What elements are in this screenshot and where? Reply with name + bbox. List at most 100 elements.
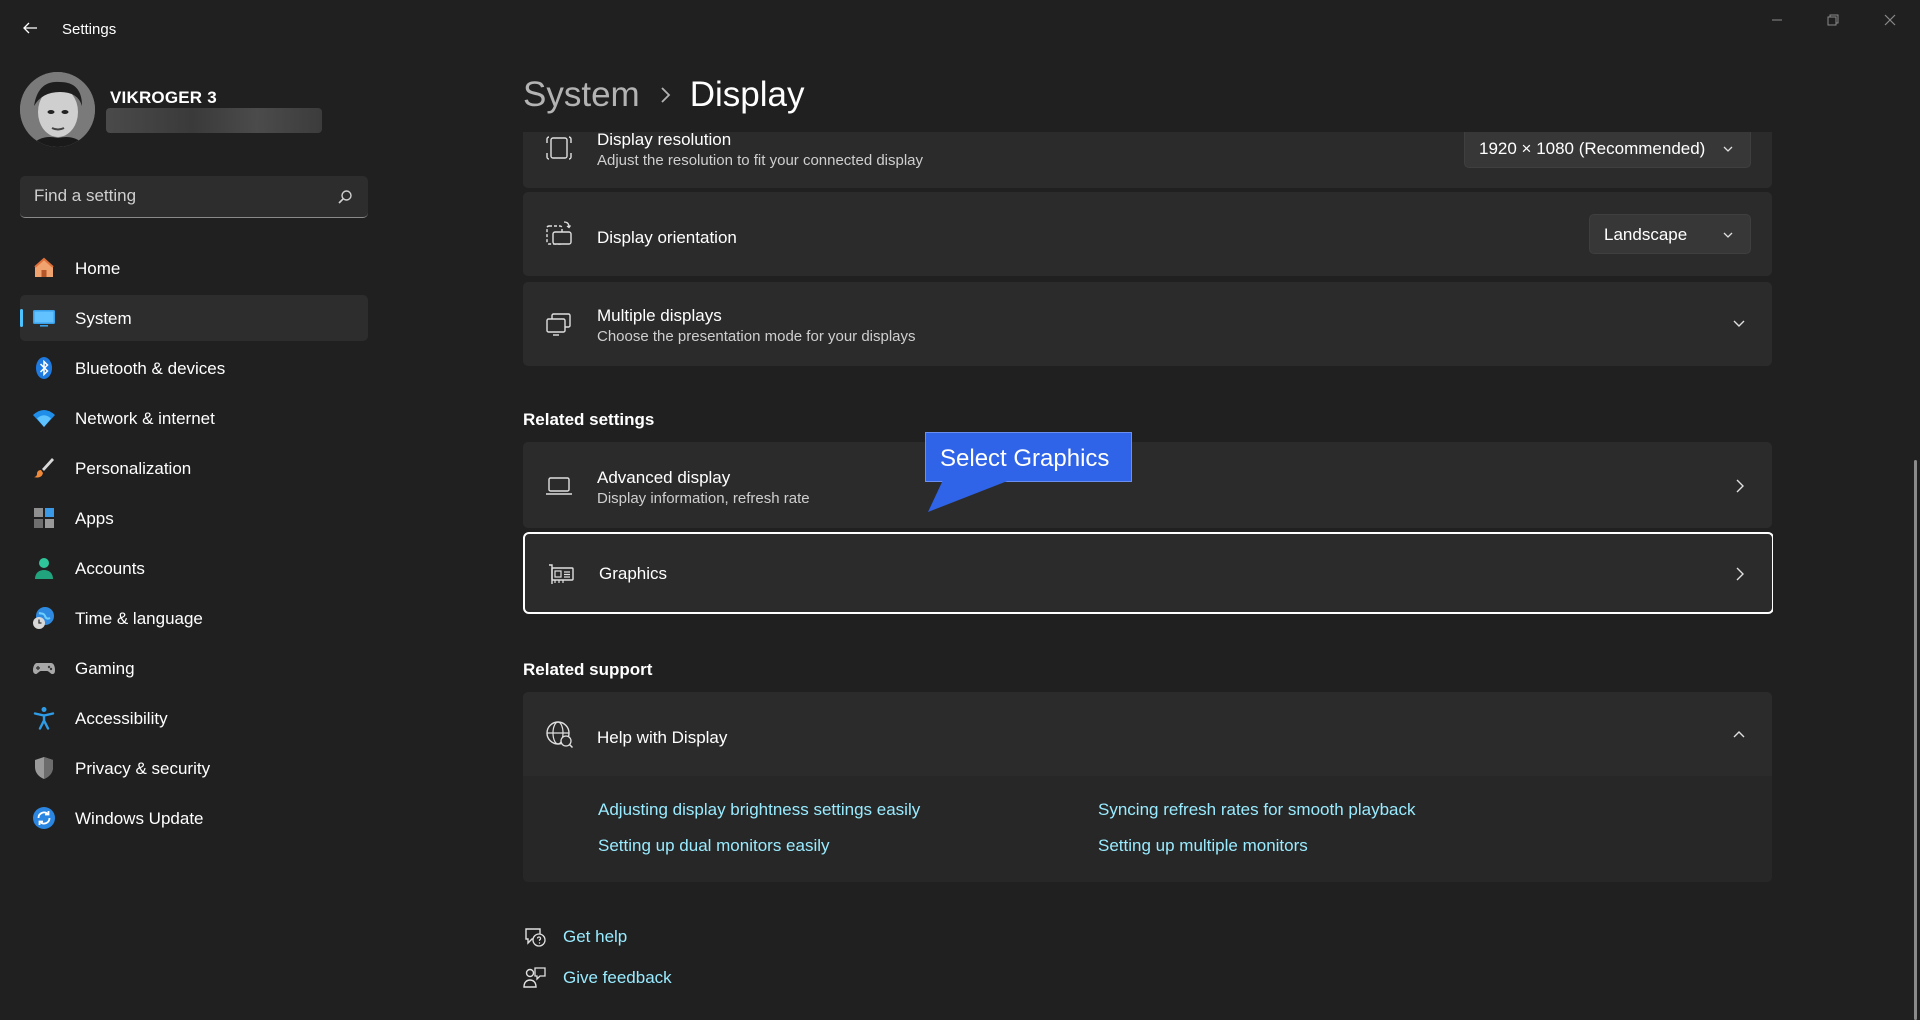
sidebar-item-label: System: [75, 309, 132, 328]
breadcrumb-parent[interactable]: System: [523, 75, 640, 115]
get-help-row[interactable]: Get help: [523, 922, 723, 952]
multiple-displays-subtitle: Choose the presentation mode for your di…: [597, 328, 916, 345]
help-link-refresh-rates[interactable]: Syncing refresh rates for smooth playbac…: [1098, 800, 1415, 820]
search-icon[interactable]: [336, 188, 354, 206]
orientation-icon: [546, 221, 572, 245]
sidebar-item-privacy[interactable]: Privacy & security: [20, 745, 368, 791]
orientation-value: Landscape: [1604, 225, 1688, 244]
update-icon: [33, 807, 55, 829]
graphics-card[interactable]: Graphics: [523, 532, 1773, 614]
controller-icon: [33, 663, 55, 674]
advanced-display-card[interactable]: Advanced display Display information, re…: [523, 442, 1772, 528]
sidebar-item-bluetooth[interactable]: Bluetooth & devices: [20, 345, 368, 391]
display-orientation-title: Display orientation: [597, 228, 737, 247]
sidebar-item-personalization[interactable]: Personalization: [20, 445, 368, 491]
sidebar-item-label: Accessibility: [75, 709, 168, 728]
display-resolution-card: Display resolution Adjust the resolution…: [523, 132, 1772, 188]
related-support-heading: Related support: [523, 660, 653, 679]
callout-tooltip: Select Graphics: [925, 432, 1132, 482]
resolution-dropdown[interactable]: 1920 × 1080 (Recommended): [1464, 132, 1751, 168]
resolution-value: 1920 × 1080 (Recommended): [1479, 139, 1706, 158]
user-profile[interactable]: VIKROGER 3: [20, 70, 360, 150]
back-button[interactable]: [18, 16, 42, 40]
sidebar-item-label: Network & internet: [75, 409, 215, 428]
system-display-icon: [33, 310, 55, 327]
accessibility-icon: [33, 707, 55, 730]
chevron-down-icon[interactable]: [1732, 318, 1746, 330]
multiple-displays-icon: [546, 313, 571, 336]
chevron-right-icon: [1736, 479, 1744, 493]
sidebar-item-label: Home: [75, 259, 121, 278]
chevron-right-icon: [1736, 567, 1744, 581]
brush-icon: [34, 458, 54, 478]
give-feedback-link[interactable]: Give feedback: [563, 968, 672, 988]
sidebar-item-gaming[interactable]: Gaming: [20, 645, 368, 691]
multiple-displays-card[interactable]: Multiple displays Choose the presentatio…: [523, 282, 1772, 366]
help-link-brightness[interactable]: Adjusting display brightness settings ea…: [598, 800, 920, 820]
globe-clock-icon: [33, 607, 54, 629]
breadcrumb: System Display: [523, 72, 804, 118]
display-orientation-card: Display orientation Landscape: [523, 192, 1772, 276]
sidebar-item-apps[interactable]: Apps: [20, 495, 368, 541]
scrollbar-thumb[interactable]: [1914, 460, 1917, 1020]
search-box[interactable]: [20, 176, 368, 218]
minimize-icon: [1772, 19, 1782, 21]
minimize-button[interactable]: [1757, 8, 1797, 32]
related-settings-heading: Related settings: [523, 410, 655, 429]
help-link-dual-monitors[interactable]: Setting up dual monitors easily: [598, 836, 830, 856]
sidebar-nav: Home System Bluetooth & devices Network …: [20, 245, 368, 845]
person-icon: [35, 558, 53, 579]
multiple-displays-title: Multiple displays: [597, 306, 722, 325]
search-input[interactable]: [34, 176, 324, 216]
back-arrow-icon: [23, 22, 37, 34]
maximize-button[interactable]: [1813, 8, 1853, 32]
sidebar-item-label: Accounts: [75, 559, 145, 578]
shield-icon: [35, 757, 53, 779]
chevron-down-icon: [1723, 146, 1733, 152]
wifi-icon: [33, 410, 55, 427]
sidebar-item-system[interactable]: System: [20, 295, 368, 341]
get-help-icon: [525, 928, 546, 947]
bluetooth-icon: [36, 357, 52, 379]
sidebar-item-label: Personalization: [75, 459, 192, 478]
sidebar-item-label: Privacy & security: [75, 759, 211, 778]
laptop-icon: [546, 477, 572, 495]
callout-pointer-icon: [928, 480, 1010, 512]
page-title: Display: [689, 75, 805, 114]
settings-content: Display resolution Adjust the resolution…: [523, 132, 1773, 1020]
callout-text: Select Graphics: [940, 445, 1110, 472]
app-title: Settings: [62, 21, 117, 38]
advanced-display-title: Advanced display: [597, 468, 731, 487]
user-name: VIKROGER 3: [110, 88, 217, 107]
help-with-display-title: Help with Display: [597, 728, 728, 747]
resolution-icon: [546, 136, 572, 160]
display-resolution-title: Display resolution: [597, 132, 732, 149]
user-email-redacted: [106, 108, 322, 133]
orientation-dropdown[interactable]: Landscape: [1589, 214, 1751, 254]
home-icon: [34, 257, 54, 277]
help-with-display-card[interactable]: Help with Display: [523, 692, 1772, 776]
sidebar-item-label: Bluetooth & devices: [75, 359, 226, 378]
apps-icon: [34, 508, 54, 528]
title-bar: Settings: [0, 0, 1920, 60]
sidebar-item-accessibility[interactable]: Accessibility: [20, 695, 368, 741]
sidebar-item-home[interactable]: Home: [20, 245, 368, 291]
help-links-panel: Adjusting display brightness settings ea…: [523, 776, 1772, 882]
chevron-up-icon[interactable]: [1732, 728, 1746, 740]
close-icon: [1884, 14, 1896, 26]
avatar-photo-icon: [20, 72, 95, 147]
restore-icon: [1827, 14, 1839, 26]
give-feedback-icon: [523, 967, 546, 988]
get-help-link[interactable]: Get help: [563, 927, 627, 947]
help-globe-icon: [546, 721, 573, 748]
sidebar-item-network[interactable]: Network & internet: [20, 395, 368, 441]
close-button[interactable]: [1870, 8, 1910, 32]
give-feedback-row[interactable]: Give feedback: [523, 963, 723, 993]
sidebar-item-accounts[interactable]: Accounts: [20, 545, 368, 591]
sidebar-item-label: Windows Update: [75, 809, 204, 828]
sidebar-item-windows-update[interactable]: Windows Update: [20, 795, 368, 841]
sidebar-item-time-language[interactable]: Time & language: [20, 595, 368, 641]
help-link-multiple-monitors[interactable]: Setting up multiple monitors: [1098, 836, 1308, 856]
graphics-card-icon: [549, 564, 574, 584]
sidebar-item-label: Time & language: [75, 609, 203, 628]
